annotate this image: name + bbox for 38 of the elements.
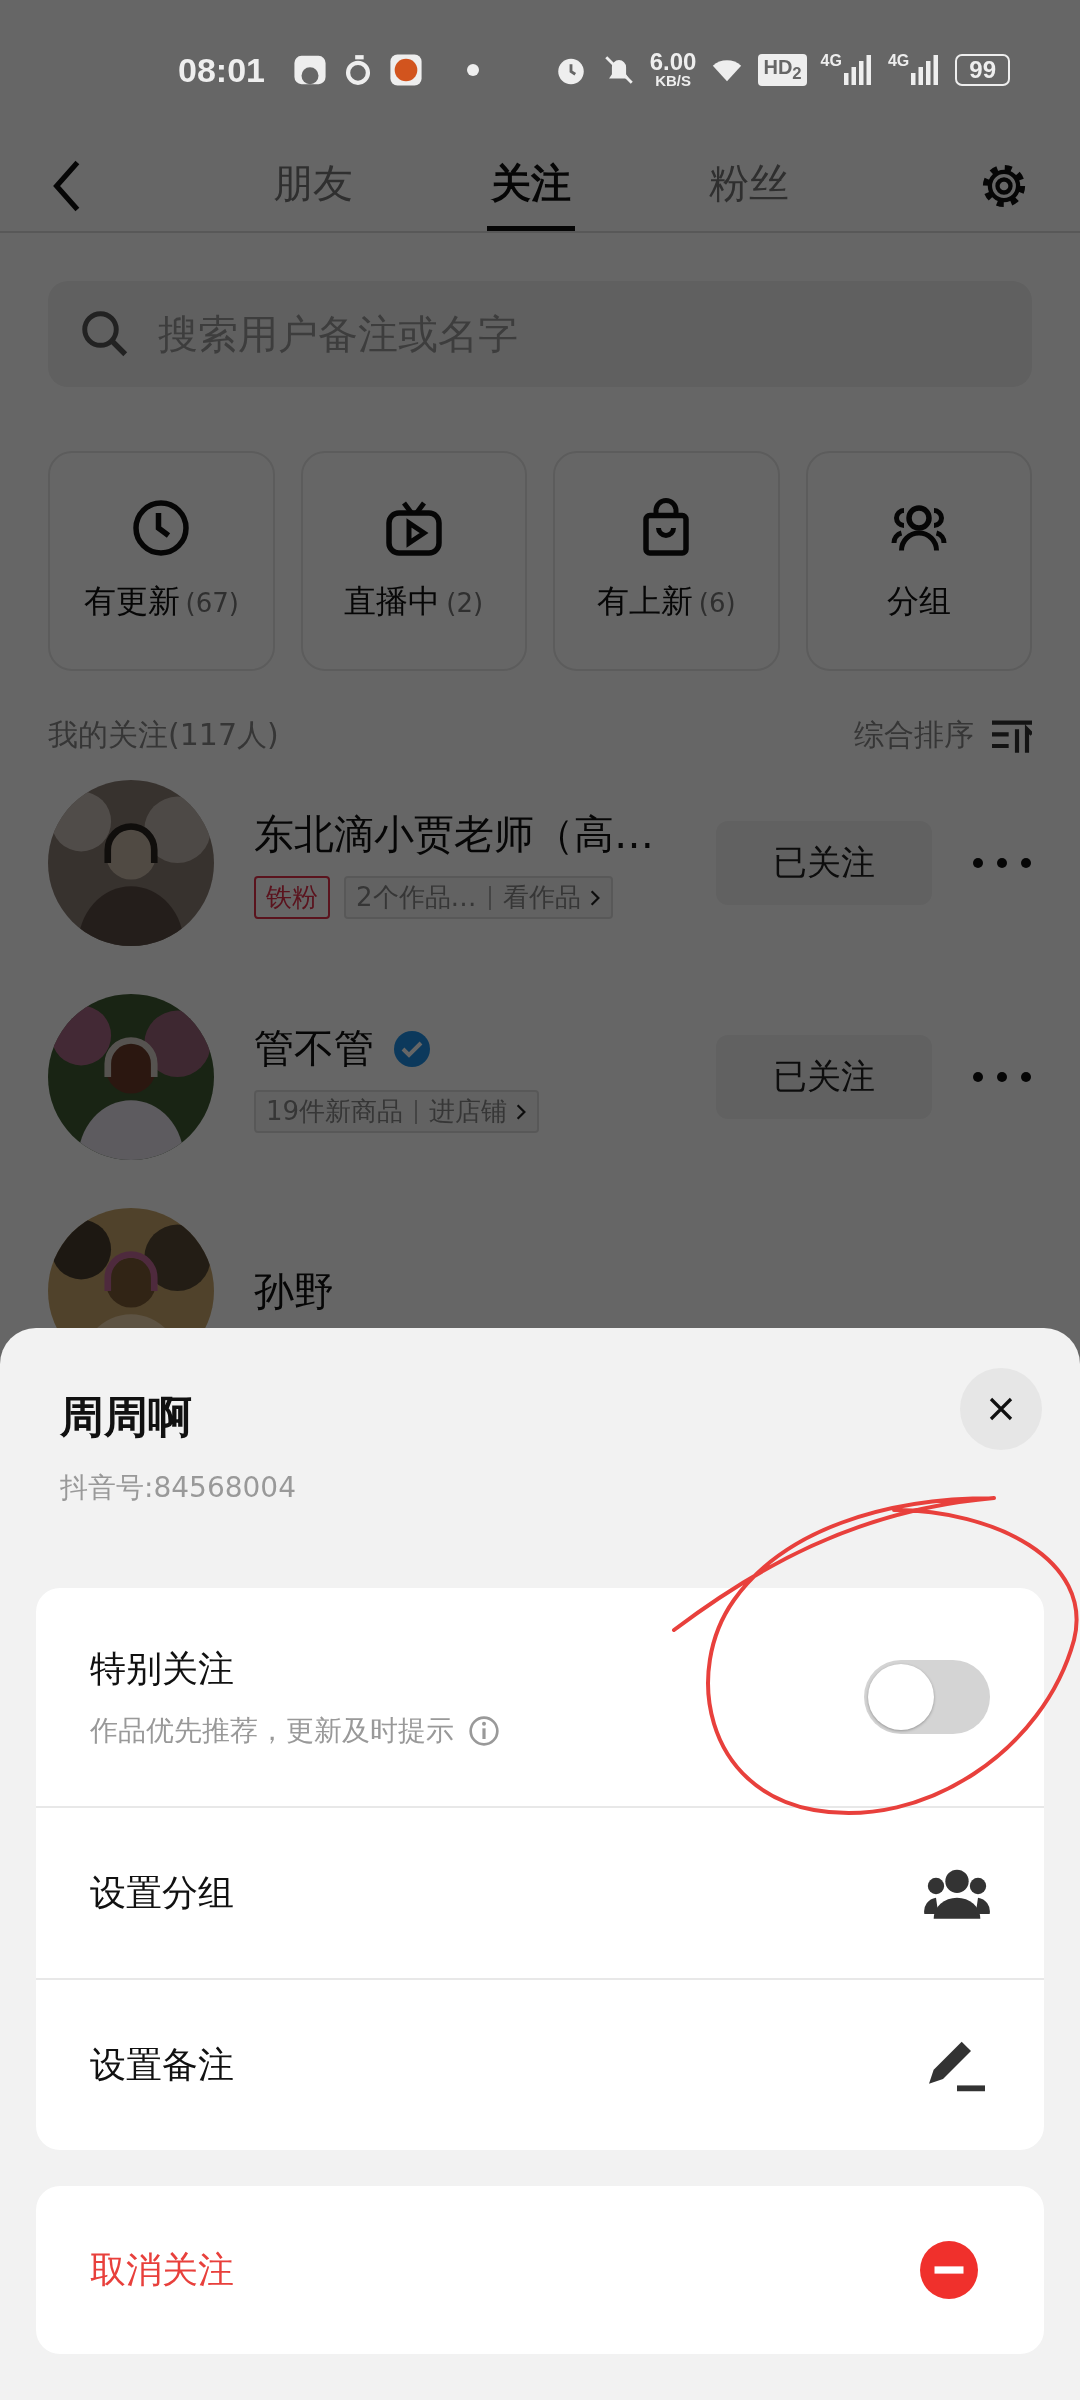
shortcut-label: 分组 [886,582,951,620]
battery-level: 99 [955,54,1010,86]
network-label: 4G [820,52,842,70]
shortcut-tile[interactable]: 分组 [805,451,1032,671]
hd-badge: HD$_{2}$ [758,54,807,86]
option-label[interactable]: 设置分组 [90,1868,234,1918]
sheet-title: 周周啊 [60,1390,193,1444]
network-label: 4G [887,52,910,70]
user-name[interactable]: 管不管 [254,1021,374,1076]
option-description: 作品优先推荐，更新及时提示 [90,1712,454,1749]
shortcut-label: 直播中 [344,582,441,620]
notification-dot-icon [466,64,479,76]
minus-circle-icon[interactable] [920,2241,978,2299]
more-icon[interactable] [972,857,1032,869]
unfollow-label[interactable]: 取消关注 [90,2245,234,2295]
status-time: 08:01 [178,50,265,90]
network-speed-unit: KB/S [655,73,691,89]
following-button[interactable]: 已关注 [716,821,932,905]
sort-icon[interactable] [992,718,1032,753]
fan-tag: 铁粉 [254,876,330,919]
chevron-icon [515,1102,528,1121]
more-icon[interactable] [972,1071,1032,1083]
user-name[interactable]: 孙野 [254,1263,334,1319]
option-label[interactable]: 特别关注 [90,1644,500,1694]
following-button[interactable]: 已关注 [716,1035,932,1119]
chevron-icon [588,888,601,907]
shortcut-label: 有更新 [83,582,180,620]
app-notification-icon [388,53,423,87]
user-name[interactable]: 东北滴小贾老师（高… [254,807,654,862]
signal-icon [843,55,874,85]
info-icon[interactable] [468,1714,500,1747]
shortcut-label: 有上新 [596,582,693,620]
account-id: 抖音号:84568004 [60,1470,296,1506]
option-label[interactable]: 设置备注 [90,2040,234,2090]
network-speed: 6.00 [649,51,697,73]
app-notification-icon [292,53,327,87]
tab[interactable]: 关注 [487,140,575,231]
clock-icon [131,498,192,558]
